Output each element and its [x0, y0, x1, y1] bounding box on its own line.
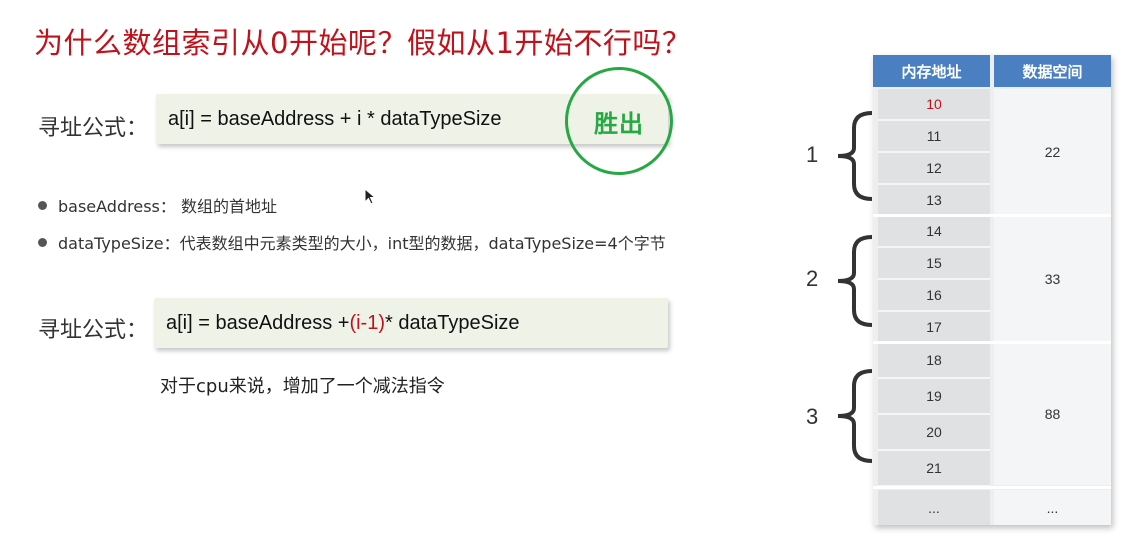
header-data: 数据空间: [994, 55, 1111, 87]
formula-expression: a[i] = baseAddress + i * dataTypeSize: [168, 107, 502, 130]
address-cell: 20: [878, 415, 990, 451]
cpu-note: 对于cpu来说，增加了一个减法指令: [160, 376, 445, 397]
mouse-cursor-icon: [364, 188, 376, 205]
bullet-dot-icon: [38, 200, 47, 210]
group-divider: [873, 214, 1111, 217]
data-cell: 88: [994, 343, 1111, 485]
data-cell: 33: [994, 216, 1111, 341]
address-cell: 13: [878, 185, 990, 216]
address-cell: 16: [878, 280, 990, 312]
data-cell: 22: [994, 89, 1111, 214]
group-label-2: 2: [806, 266, 819, 291]
formula-expression-prefix: a[i] = baseAddress +: [166, 311, 350, 334]
brace-icon: [837, 369, 873, 463]
winner-badge: 胜出: [594, 109, 644, 138]
bullet-item: dataTypeSize：代表数组中元素类型的大小，int型的数据，dataTy…: [38, 230, 666, 254]
formula-expression-suffix: * dataTypeSize: [385, 311, 520, 334]
address-cell: 21: [878, 451, 990, 487]
group-divider: [873, 486, 1111, 489]
page-title: 为什么数组索引从0开始呢？假如从1开始不行吗？: [34, 26, 692, 60]
address-cell: 12: [878, 153, 990, 185]
address-cell: 17: [878, 312, 990, 343]
formula-expression-highlight: (i-1): [349, 311, 385, 334]
group-label-3: 3: [806, 404, 819, 429]
bullet-dot-icon: [38, 237, 47, 247]
winner-circle: 胜出: [565, 67, 673, 175]
group-label-1: 1: [806, 142, 819, 167]
brace-icon: [837, 111, 873, 201]
address-cell: ...: [878, 490, 990, 525]
header-address: 内存地址: [873, 55, 990, 87]
brace-icon: [837, 235, 873, 327]
formula-label: 寻址公式：: [38, 116, 149, 141]
formula-label: 寻址公式：: [38, 318, 149, 343]
bullet-text: dataTypeSize：代表数组中元素类型的大小，int型的数据，dataTy…: [58, 234, 666, 253]
address-cell: 11: [878, 121, 990, 153]
address-cell: 18: [878, 343, 990, 379]
formula-box-2: a[i] = baseAddress + (i-1) * dataTypeSiz…: [154, 298, 668, 348]
address-cell: 10: [878, 89, 990, 121]
bullet-item: baseAddress： 数组的首地址: [38, 193, 277, 217]
data-cell: ...: [994, 490, 1111, 525]
bullet-text: baseAddress： 数组的首地址: [58, 197, 277, 216]
address-cell: 19: [878, 379, 990, 415]
address-cell: 14: [878, 216, 990, 248]
address-cell: 15: [878, 248, 990, 280]
group-divider: [873, 341, 1111, 344]
memory-table: 内存地址 数据空间 10 11 12 13 14 15 16 17 18 19 …: [873, 55, 1111, 525]
